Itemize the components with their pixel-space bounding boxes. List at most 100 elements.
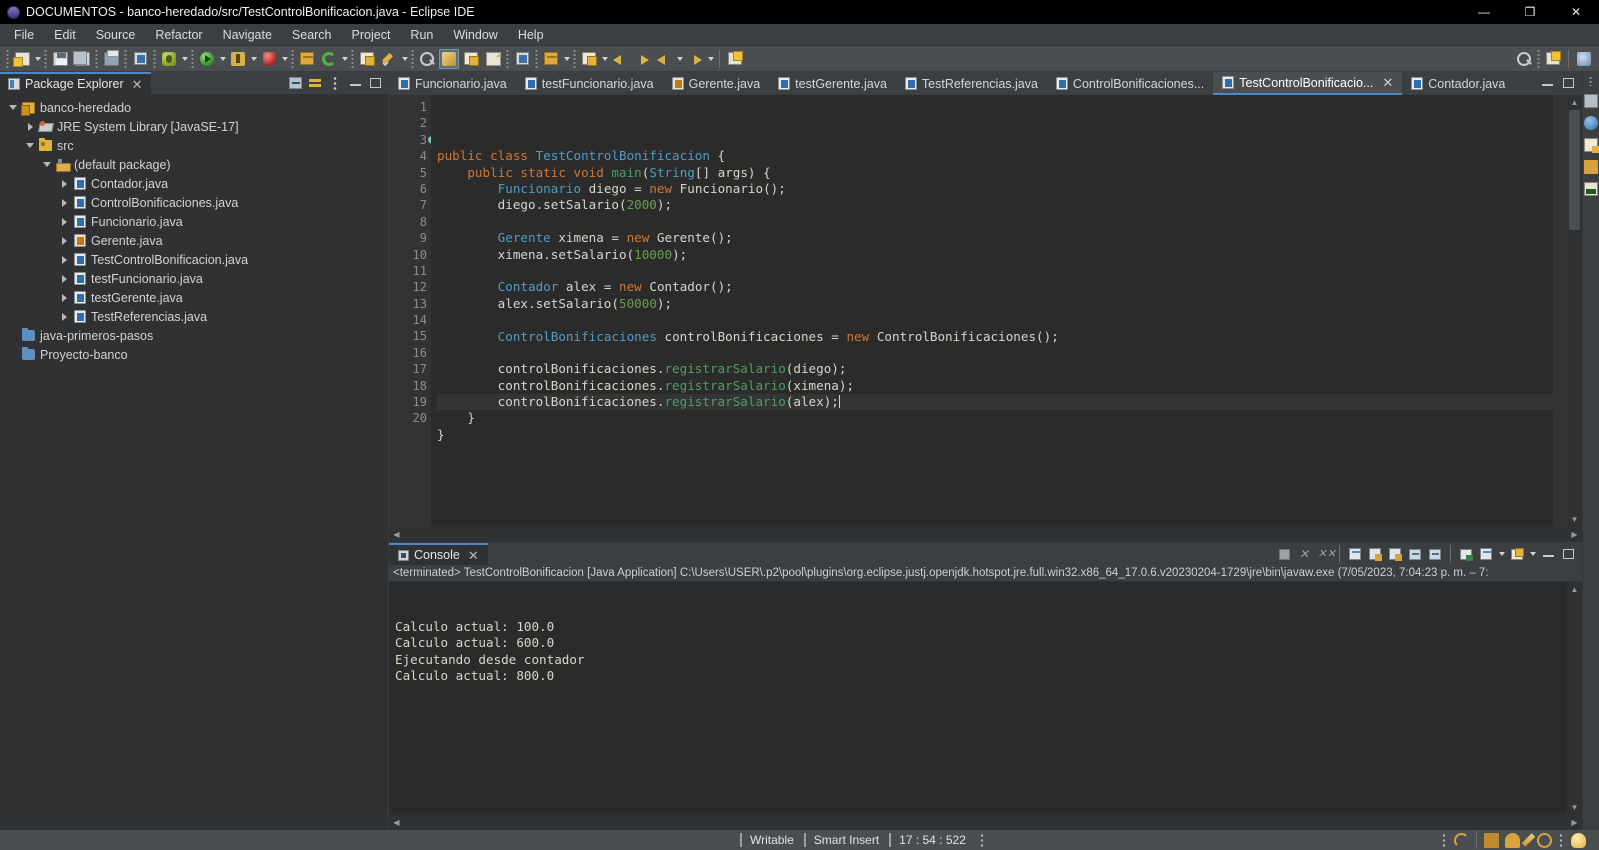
new-dropdown-icon[interactable] — [33, 49, 42, 69]
toggle-marker-icon[interactable] — [512, 49, 532, 69]
code-line[interactable]: } — [437, 410, 1553, 426]
minimize-icon[interactable] — [346, 74, 364, 92]
tab-package-explorer[interactable]: Package Explorer ✕ — [0, 72, 151, 94]
toolbar-drag-handle[interactable] — [43, 49, 48, 68]
editor-horizontal-scrollbar[interactable]: ◀ ▶ — [389, 527, 1582, 542]
code-line[interactable]: ControlBonificaciones controlBonificacio… — [437, 329, 1553, 345]
status-drag-handle[interactable] — [1559, 833, 1564, 847]
maximize-icon[interactable] — [1559, 74, 1577, 92]
book-icon[interactable] — [1484, 832, 1499, 848]
chevron-right-icon[interactable] — [57, 307, 71, 326]
toolbar-drag-handle[interactable] — [572, 49, 577, 68]
new-console-view-icon[interactable] — [1457, 545, 1475, 563]
link-with-editor-icon[interactable] — [306, 74, 324, 92]
code-line[interactable]: controlBonificaciones.registrarSalario(d… — [437, 361, 1553, 377]
brush-icon[interactable] — [439, 48, 459, 69]
next-annotation-icon[interactable] — [461, 49, 481, 69]
toolbar-drag-handle[interactable] — [94, 49, 99, 68]
status-overflow-icon[interactable] — [979, 833, 985, 847]
tree-item[interactable]: TestControlBonificacion.java — [0, 250, 388, 269]
perspective-icon[interactable] — [725, 49, 745, 69]
tree-item[interactable]: testFuncionario.java — [0, 269, 388, 288]
chevron-down-icon[interactable] — [23, 136, 37, 155]
save-icon[interactable] — [50, 49, 70, 69]
editor-tab-2[interactable]: testFuncionario.java — [516, 72, 663, 95]
pin-console-icon[interactable] — [1386, 545, 1404, 563]
code-line[interactable]: controlBonificaciones.registrarSalario(x… — [437, 378, 1553, 394]
close-window-button[interactable]: ✕ — [1553, 0, 1599, 24]
toolbar-drag-handle[interactable] — [290, 49, 295, 68]
editor-tab-1[interactable]: Funcionario.java — [389, 72, 516, 95]
scroll-down-icon[interactable]: ▼ — [1567, 512, 1582, 527]
new-package-icon[interactable] — [297, 49, 317, 69]
save-all-icon[interactable] — [72, 49, 92, 69]
scroll-left-icon[interactable]: ◀ — [389, 818, 404, 827]
outline-view-icon[interactable] — [1584, 94, 1598, 108]
code-line[interactable] — [437, 312, 1553, 328]
toolbar-drag-handle[interactable] — [410, 49, 415, 68]
editor-tab-3[interactable]: Gerente.java — [663, 72, 770, 95]
last-edit-icon[interactable] — [579, 49, 599, 69]
console-horizontal-scrollbar[interactable]: ◀ ▶ — [389, 815, 1582, 830]
remove-all-terminated-icon[interactable]: ✕✕ — [1315, 545, 1336, 563]
new-console-icon[interactable] — [1508, 545, 1526, 563]
toolbar-drag-handle[interactable] — [534, 49, 539, 68]
chevron-right-icon[interactable] — [23, 117, 37, 136]
scroll-up-icon[interactable]: ▲ — [1567, 95, 1582, 110]
pen-icon[interactable] — [1521, 833, 1536, 847]
toolbar-drag-handle[interactable] — [350, 49, 355, 68]
stop-icon[interactable] — [259, 49, 279, 69]
tree-item[interactable]: TestReferencias.java — [0, 307, 388, 326]
code-line[interactable]: public class TestControlBonificacion { — [437, 148, 1553, 164]
editor-tab-6[interactable]: ControlBonificaciones... — [1047, 72, 1213, 95]
next-icon[interactable] — [685, 49, 705, 69]
editor-tab-5[interactable]: TestReferencias.java — [896, 72, 1047, 95]
code-line[interactable]: Gerente ximena = new Gerente(); — [437, 230, 1553, 246]
at-icon[interactable] — [1537, 832, 1552, 848]
refresh-dropdown-icon[interactable] — [340, 49, 349, 69]
tree-item[interactable]: Funcionario.java — [0, 212, 388, 231]
toolbar-drag-handle[interactable] — [505, 49, 510, 68]
scroll-right-icon[interactable]: ▶ — [1567, 530, 1582, 539]
menu-source[interactable]: Source — [86, 26, 146, 44]
scroll-lock-icon[interactable] — [1366, 545, 1384, 563]
tree-item[interactable]: banco-heredado — [0, 98, 388, 117]
chevron-right-icon[interactable] — [57, 174, 71, 193]
back-icon[interactable] — [610, 49, 630, 69]
maximize-window-button[interactable]: ❐ — [1507, 0, 1553, 24]
debug-dropdown-icon[interactable] — [180, 49, 189, 69]
editor-tab-4[interactable]: testGerente.java — [769, 72, 896, 95]
chevron-right-icon[interactable] — [57, 193, 71, 212]
rail-drag-handle[interactable] — [1588, 76, 1594, 86]
editor-tab-7[interactable]: TestControlBonificacio... ✕ — [1213, 72, 1403, 95]
clear-console-icon[interactable] — [1346, 545, 1364, 563]
source-code[interactable]: public class TestControlBonificacion { p… — [431, 95, 1553, 527]
tree-item[interactable]: java-primeros-pasos — [0, 326, 388, 345]
console-output[interactable]: Calculo actual: 100.0 Calculo actual: 600… — [389, 582, 1567, 815]
display-selected-console-icon[interactable] — [1406, 545, 1424, 563]
next-dropdown-icon[interactable] — [706, 49, 715, 69]
tree-item[interactable]: JRE System Library [JavaSE-17] — [0, 117, 388, 136]
open-type-icon[interactable] — [357, 49, 377, 69]
chevron-right-icon[interactable] — [57, 269, 71, 288]
tree-item[interactable]: Proyecto-banco — [0, 345, 388, 364]
maximize-icon[interactable] — [366, 74, 384, 92]
menu-edit[interactable]: Edit — [44, 26, 86, 44]
menu-project[interactable]: Project — [342, 26, 401, 44]
code-line[interactable]: Contador alex = new Contador(); — [437, 279, 1553, 295]
hat-icon[interactable] — [1505, 832, 1520, 848]
quick-fix-icon[interactable] — [379, 49, 399, 69]
minimize-window-button[interactable]: — — [1461, 0, 1507, 24]
chevron-down-icon[interactable] — [40, 155, 54, 174]
maximize-icon[interactable] — [1559, 545, 1577, 563]
restore-dropdown-icon[interactable] — [562, 49, 571, 69]
code-line[interactable]: Funcionario diego = new Funcionario(); — [437, 181, 1553, 197]
marker-bar[interactable] — [389, 95, 403, 527]
overview-ruler[interactable] — [1553, 95, 1567, 527]
coverage-icon[interactable] — [228, 49, 248, 69]
previous-annotation-icon[interactable] — [483, 49, 503, 69]
console-vertical-scrollbar[interactable]: ▲ ▼ — [1567, 582, 1582, 815]
menu-search[interactable]: Search — [282, 26, 342, 44]
status-drag-handle[interactable] — [1442, 833, 1447, 847]
new-wizard-icon[interactable] — [12, 49, 32, 69]
